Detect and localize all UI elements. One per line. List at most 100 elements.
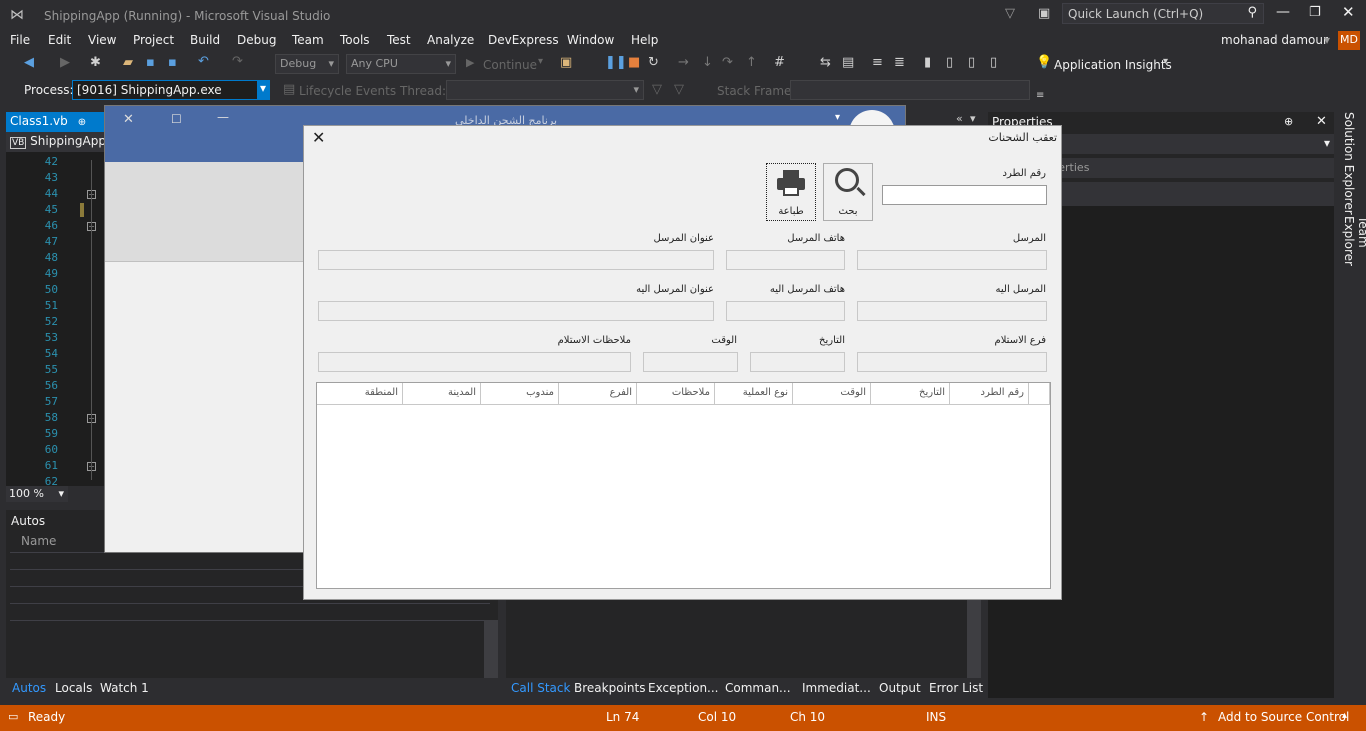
tab-output[interactable]: Output [879,681,921,695]
bg-close-icon[interactable]: ✕ [123,112,134,127]
editor-tab-class1[interactable]: Class1.vb ⊕ [6,112,110,132]
tab-error-list[interactable]: Error List [929,681,983,695]
grid-col-city[interactable]: المدينة [403,383,481,405]
grid-col-area[interactable]: المنطقة [317,383,403,405]
pin-icon[interactable]: ⊕ [78,117,86,128]
tab-team-explorer[interactable]: Team Explorer [1342,216,1366,292]
format-icon[interactable]: ▤ [842,55,854,70]
menu-view[interactable]: View [88,33,116,47]
grid-col-notes[interactable]: ملاحظات [637,383,715,405]
menu-project[interactable]: Project [133,33,174,47]
menu-edit[interactable]: Edit [48,33,71,47]
print-button[interactable]: طباعة [766,163,816,221]
pause-icon[interactable]: ❚❚ [605,55,627,70]
menu-tools[interactable]: Tools [340,33,370,47]
bg-dropdown-icon[interactable]: ▾ [835,112,840,123]
back-icon[interactable]: ◀ [24,55,34,70]
uncomment-icon[interactable]: ≣ [894,55,905,70]
continue-button[interactable]: Continue [483,58,537,72]
close-window-button[interactable]: ✕ [1342,3,1355,21]
comment-icon[interactable]: ≡ [872,55,883,70]
continue-icon[interactable]: ▶ [466,56,474,69]
menu-test[interactable]: Test [387,33,411,47]
notification-icon[interactable]: ▣ [1038,6,1050,21]
tab-watch1[interactable]: Watch 1 [100,681,149,695]
step-out-icon[interactable]: ↑ [746,55,757,70]
thread-icon[interactable]: ⇆ [820,55,831,70]
project-dropdown[interactable]: VB ShippingApp [6,132,110,152]
call-stack-scrollbar[interactable] [967,600,981,678]
menu-file[interactable]: File [10,33,30,47]
add-to-source-control-button[interactable]: Add to Source Control [1218,710,1349,724]
menu-debug[interactable]: Debug [237,33,276,47]
restart-icon[interactable]: ↻ [648,55,659,70]
step-into-icon[interactable]: ↓ [702,55,713,70]
right-scroll-icon[interactable]: ≡ [1036,90,1044,101]
restore-button[interactable]: ❐ [1309,5,1321,20]
save-icon[interactable]: ▪ [146,55,155,70]
grid-col-time[interactable]: الوقت [793,383,871,405]
menu-build[interactable]: Build [190,33,220,47]
tab-command-window[interactable]: Comman... [725,681,791,695]
code-editor[interactable]: 42 43 44 45 46 47 48 49 50 51 52 53 54 55 56 57 58 59 60 61… [6,152,104,488]
menu-window[interactable]: Window [567,33,614,47]
bookmark-icon[interactable]: ▮ [924,55,931,70]
receiver-phone-field[interactable] [726,301,845,321]
tab-immediate-window[interactable]: Immediat... [802,681,871,695]
tab-exception-settings[interactable]: Exception... [648,681,719,695]
pin-icon[interactable]: ⊕ [1284,115,1293,128]
caret-up-icon[interactable]: ▴ [1342,710,1347,721]
menu-analyze[interactable]: Analyze [427,33,474,47]
menu-devexpress[interactable]: DevExpress [488,33,559,47]
menu-team[interactable]: Team [292,33,324,47]
clear-bookmark-icon[interactable]: ▯ [990,55,997,70]
lightbulb-icon[interactable]: 💡 [1036,55,1052,70]
date-field[interactable] [750,352,845,372]
process-icon[interactable]: ▣ [560,55,572,70]
flag-icon[interactable]: ▽ [652,82,662,97]
prev-bookmark-icon[interactable]: ▯ [946,55,953,70]
user-name[interactable]: mohanad damour [1221,33,1328,47]
search-button[interactable]: بحث [823,163,873,221]
receiver-field[interactable] [857,301,1047,321]
panel-options-icon[interactable]: « [956,112,963,125]
user-avatar[interactable]: MD [1338,31,1360,50]
receiver-address-field[interactable] [318,301,714,321]
grid-col-branch[interactable]: الفرع [559,383,637,405]
minimize-button[interactable]: — [1276,4,1290,20]
undo-icon[interactable]: ↶ [198,54,209,69]
tracking-grid[interactable]: رقم الطرد التاريخ الوقت نوع العملية ملاح… [316,382,1051,589]
tab-locals[interactable]: Locals [55,681,92,695]
panel-menu-icon[interactable]: ▾ [970,112,976,125]
stack-frame-select[interactable] [790,80,1030,100]
tab-breakpoints[interactable]: Breakpoints [574,681,645,695]
filter-icon[interactable]: ▽ [1005,6,1015,21]
forward-icon[interactable]: ▶ [60,55,70,70]
grid-col-agent[interactable]: مندوب [481,383,559,405]
hex-icon[interactable]: # [774,55,785,70]
open-icon[interactable]: ▰ [123,55,133,70]
menu-help[interactable]: Help [631,33,658,47]
bg-maximize-icon[interactable]: ☐ [171,112,182,126]
sender-field[interactable] [857,250,1047,270]
grid-col-date[interactable]: التاريخ [871,383,950,405]
process-select[interactable]: [9016] ShippingApp.exe ▾ [72,80,270,100]
app-insights-button[interactable]: Application Insights [1054,58,1172,72]
sender-address-field[interactable] [318,250,714,270]
app-insights-dropdown-icon[interactable]: ▾ [1163,56,1168,67]
redo-icon[interactable]: ↷ [232,54,243,69]
sender-phone-field[interactable] [726,250,845,270]
grid-col-parcel-no[interactable]: رقم الطرد [950,383,1029,405]
flag-all-icon[interactable]: ▽ [674,82,684,97]
continue-dropdown-icon[interactable]: ▾ [538,56,543,67]
platform-select[interactable]: Any CPU ▾ [346,54,456,74]
quick-launch-input[interactable]: Quick Launch (Ctrl+Q) ⚲ [1062,3,1264,24]
lifecycle-icon[interactable]: ▤ [283,82,295,97]
stop-icon[interactable]: ■ [628,55,640,70]
save-all-icon[interactable]: ▪ [168,55,177,70]
close-icon[interactable]: ✕ [1316,114,1327,129]
step-over-icon[interactable]: ↷ [722,55,733,70]
receive-branch-field[interactable] [857,352,1047,372]
dialog-close-button[interactable]: ✕ [312,128,325,147]
grid-col-operation-type[interactable]: نوع العملية [715,383,793,405]
